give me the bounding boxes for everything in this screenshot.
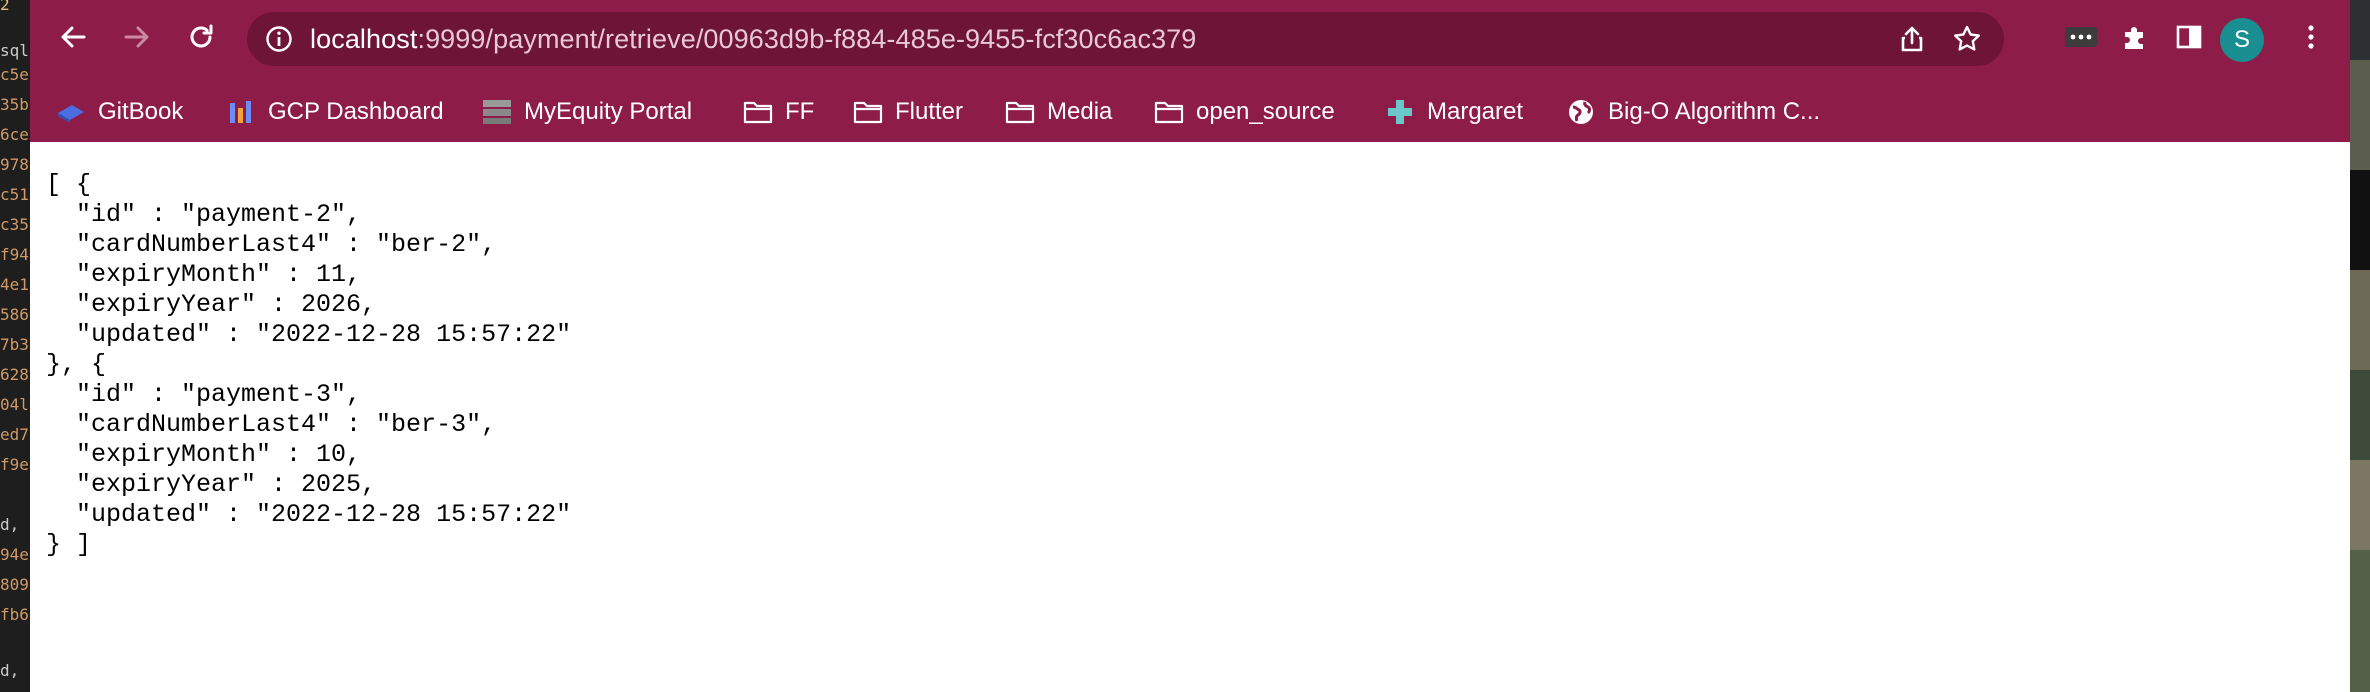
url-text[interactable]: localhost:9999/payment/retrieve/00963d9b…: [310, 12, 1196, 66]
background-editor-strip: 2 sql c5e 35b 6ce 978 c51 c35 f94 4e1 58…: [0, 0, 30, 692]
globe-icon: [1566, 97, 1596, 127]
bookmark-gitbook[interactable]: GitBook: [56, 82, 183, 142]
bookmark-myequity-portal[interactable]: MyEquity Portal: [482, 82, 692, 142]
editor-fragment: 94e: [0, 545, 29, 564]
bookmark-label: Flutter: [895, 98, 964, 125]
json-response-body: [ { "id" : "payment-2", "cardNumberLast4…: [46, 170, 572, 559]
bookmark-label: open_source: [1196, 98, 1335, 125]
bookmark-star-icon[interactable]: [1952, 24, 1982, 54]
folder-icon: [743, 97, 773, 127]
editor-fragment: c35: [0, 215, 29, 234]
url-host: localhost: [310, 24, 418, 54]
bookmark-folder-open-source[interactable]: open_source: [1154, 82, 1335, 142]
bookmarks-bar: GitBook GCP Dashboard MyEquity Portal FF…: [30, 82, 2350, 143]
editor-fragment: sql: [0, 41, 29, 60]
puzzle-piece-icon: [2125, 27, 2143, 49]
editor-fragment: 586: [0, 305, 29, 324]
bookmark-folder-media[interactable]: Media: [1005, 82, 1112, 142]
editor-fragment: 6ce: [0, 125, 29, 144]
editor-fragment: 7b3: [0, 335, 29, 354]
myequity-icon: [482, 97, 512, 127]
editor-fragment: ed7: [0, 425, 29, 444]
kebab-menu-icon: [2308, 25, 2314, 49]
gcp-dashboard-icon: [226, 97, 256, 127]
editor-fragment: 809: [0, 575, 29, 594]
editor-fragment: fb6: [0, 605, 29, 624]
extension-button[interactable]: [2058, 14, 2104, 60]
share-icon[interactable]: [1897, 24, 1927, 54]
bookmark-label: Big-O Algorithm C...: [1608, 98, 1821, 125]
bookmark-big-o[interactable]: Big-O Algorithm C...: [1566, 82, 1820, 142]
extensions-button[interactable]: [2112, 14, 2158, 60]
page-content: [ { "id" : "payment-2", "cardNumberLast4…: [30, 142, 2350, 692]
profile-avatar[interactable]: S: [2220, 18, 2264, 62]
bookmark-folder-flutter[interactable]: Flutter: [853, 82, 963, 142]
bookmark-label: GitBook: [98, 98, 184, 125]
folder-icon: [853, 97, 883, 127]
site-info-icon: [266, 26, 292, 52]
editor-fragment: f94: [0, 245, 29, 264]
reload-button[interactable]: [178, 14, 224, 60]
editor-fragment: 04l: [0, 395, 29, 414]
bookmark-margaret[interactable]: Margaret: [1385, 82, 1523, 142]
extension-dots-icon: [2065, 27, 2097, 47]
margaret-icon: [1385, 97, 1415, 127]
side-panel-icon: [2176, 25, 2202, 49]
background-desktop-strip: [2350, 0, 2370, 692]
bookmark-label: MyEquity Portal: [524, 98, 693, 125]
reload-icon: [190, 24, 213, 48]
editor-fragment: c5e: [0, 65, 29, 84]
forward-arrow-icon: [124, 26, 149, 48]
editor-fragment: c51: [0, 185, 29, 204]
bookmark-label: FF: [785, 98, 815, 125]
bookmark-label: GCP Dashboard: [268, 98, 444, 125]
browser-toolbar: localhost:9999/payment/retrieve/00963d9b…: [30, 0, 2350, 82]
bookmark-label: Margaret: [1427, 98, 1524, 125]
back-button[interactable]: [50, 14, 96, 60]
folder-icon: [1154, 97, 1184, 127]
url-path: :9999/payment/retrieve/00963d9b-f884-485…: [417, 24, 1197, 54]
editor-fragment: 2: [0, 0, 10, 14]
menu-button[interactable]: [2288, 14, 2334, 60]
editor-fragment: d,: [0, 515, 20, 534]
forward-button[interactable]: [114, 14, 160, 60]
bookmark-gcp-dashboard[interactable]: GCP Dashboard: [226, 82, 444, 142]
editor-fragment: 978: [0, 155, 29, 174]
side-panel-button[interactable]: [2166, 14, 2212, 60]
address-bar[interactable]: localhost:9999/payment/retrieve/00963d9b…: [247, 12, 2004, 66]
editor-fragment: 628: [0, 365, 29, 384]
bookmark-label: Media: [1047, 98, 1113, 125]
gitbook-icon: [56, 97, 86, 127]
editor-fragment: f9e: [0, 455, 29, 474]
editor-fragment: 4e1: [0, 275, 29, 294]
bookmark-folder-ff[interactable]: FF: [743, 82, 814, 142]
editor-fragment: 35b: [0, 95, 29, 114]
back-arrow-icon: [61, 26, 86, 48]
editor-fragment: d,: [0, 661, 20, 680]
folder-icon: [1005, 97, 1035, 127]
browser-window: localhost:9999/payment/retrieve/00963d9b…: [30, 0, 2350, 692]
